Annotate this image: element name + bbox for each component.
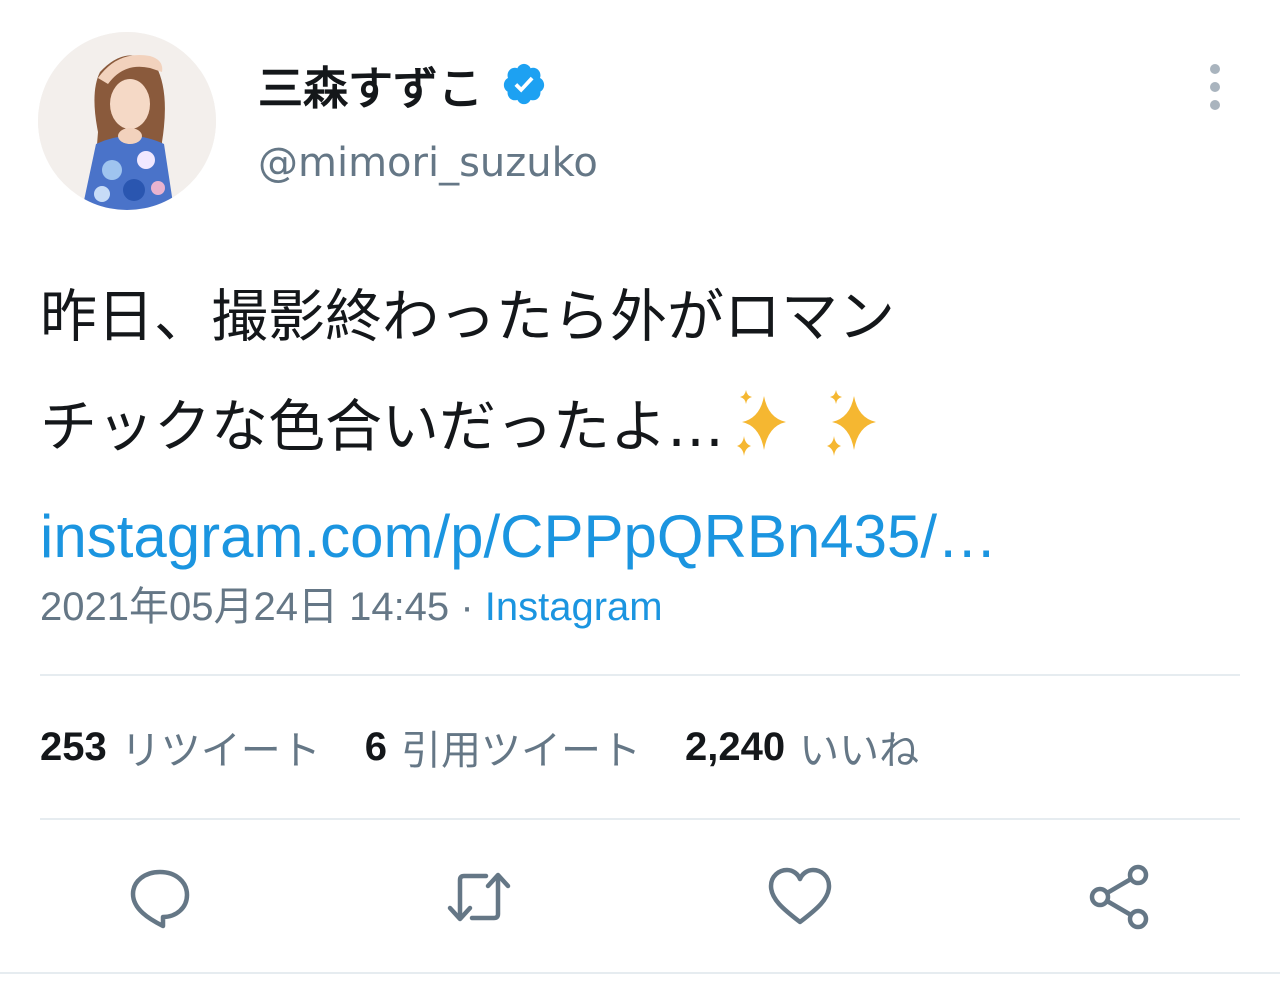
like-button[interactable]: [765, 862, 835, 932]
more-options-icon[interactable]: [1196, 62, 1234, 112]
retweets-count: 253: [40, 724, 107, 769]
display-name-text: 三森すずこ: [258, 61, 484, 115]
action-bar: [0, 862, 1280, 932]
retweet-button[interactable]: [444, 862, 514, 932]
divider: [40, 674, 1240, 676]
reply-button[interactable]: [125, 862, 195, 932]
heart-icon: [768, 867, 832, 925]
bottom-divider: [0, 972, 1280, 974]
display-name[interactable]: 三森すずこ: [258, 54, 547, 115]
share-icon: [1089, 864, 1149, 930]
share-button[interactable]: [1086, 862, 1156, 932]
quotes-count: 6: [364, 724, 387, 769]
quotes-stat[interactable]: 6 引用ツイート: [365, 718, 641, 776]
sparkles-emoji-icon: [724, 384, 894, 456]
avatar-photo: [38, 32, 216, 210]
reply-icon: [130, 869, 190, 929]
tweet-text: 昨日、撮影終わったら外がロマン チックな色合いだったよ… instagram.c…: [40, 262, 1250, 592]
tweet-line-1: 昨日、撮影終わったら外がロマン: [40, 284, 895, 350]
verified-badge-icon: [501, 61, 547, 107]
tweet-line-2-text: チックな色合いだったよ…: [40, 394, 724, 460]
retweets-stat[interactable]: 253 リツイート: [40, 718, 321, 776]
source-link[interactable]: Instagram: [485, 585, 663, 629]
tweet-line-2: チックな色合いだったよ…: [40, 372, 1250, 482]
tweet-stats: 253 リツイート 6 引用ツイート 2,240 いいね: [40, 716, 963, 778]
tweet-meta: 2021年05月24日 14:45 · Instagram: [40, 574, 663, 632]
timestamp[interactable]: 2021年05月24日 14:45: [40, 585, 449, 629]
quotes-label: 引用ツイート: [401, 728, 641, 774]
avatar[interactable]: [38, 32, 216, 210]
divider: [40, 818, 1240, 820]
meta-separator: ·: [460, 585, 474, 629]
likes-label: いいね: [799, 728, 920, 774]
likes-count: 2,240: [685, 724, 786, 769]
user-handle[interactable]: @mimori_suzuko: [258, 140, 598, 186]
likes-stat[interactable]: 2,240 いいね: [685, 718, 919, 776]
retweets-label: リツイート: [120, 728, 321, 774]
retweet-icon: [447, 872, 511, 922]
